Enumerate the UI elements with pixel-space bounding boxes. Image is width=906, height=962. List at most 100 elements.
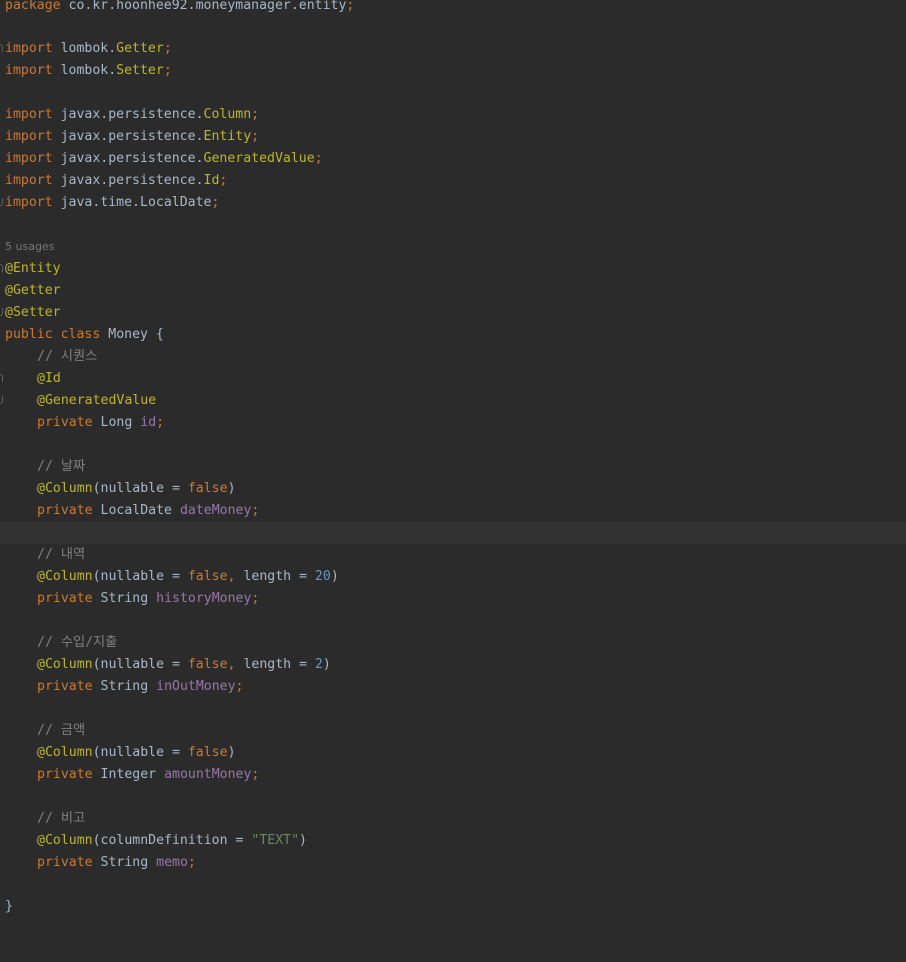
import-line[interactable]: import javax.persistence.Id; <box>0 170 906 192</box>
semicolon: ; <box>219 173 228 188</box>
usages-inlay-hint[interactable]: 5 usages <box>0 236 906 258</box>
boolean-literal: false <box>187 569 228 584</box>
field-declaration[interactable]: private String inOutMoney; <box>0 676 906 698</box>
fold-toggle-icon[interactable] <box>0 264 3 272</box>
annotation-line[interactable]: @Column(nullable = false, length = 20) <box>0 566 906 588</box>
comment-line[interactable]: // 시퀀스 <box>0 346 906 368</box>
class-declaration[interactable]: public class Money { <box>0 324 906 346</box>
import-class: Id <box>203 173 220 188</box>
setter-annotation: @Setter <box>5 305 61 320</box>
annotation-line[interactable]: @Column(nullable = false) <box>0 742 906 764</box>
import-class: GeneratedValue <box>203 151 315 166</box>
field-name: amountMoney <box>164 767 252 782</box>
annotation-line[interactable]: @Column(nullable = false) <box>0 478 906 500</box>
field-type: LocalDate <box>100 503 172 518</box>
private-keyword: private <box>37 767 93 782</box>
column-annotation: @Column <box>37 833 93 848</box>
import-path: lombok. <box>60 41 117 56</box>
import-line[interactable]: import lombok.Setter; <box>0 60 906 82</box>
import-line[interactable]: import javax.persistence.Entity; <box>0 126 906 148</box>
import-class: LocalDate <box>140 195 212 210</box>
import-keyword: import <box>5 129 53 144</box>
field-comment: // 금액 <box>37 723 86 738</box>
annotation-line[interactable]: @Entity <box>0 258 906 280</box>
annotation-line[interactable]: @Column(columnDefinition = "TEXT") <box>0 830 906 852</box>
import-line[interactable]: import javax.persistence.GeneratedValue; <box>0 148 906 170</box>
field-type: String <box>100 855 149 870</box>
field-declaration[interactable]: private Integer amountMoney; <box>0 764 906 786</box>
annotation-line[interactable]: @Getter <box>0 280 906 302</box>
fold-toggle-icon[interactable] <box>0 198 3 206</box>
id-annotation: @Id <box>37 371 61 386</box>
annotation-line[interactable]: @GeneratedValue <box>0 390 906 412</box>
import-path: javax.persistence. <box>60 173 204 188</box>
semicolon: ; <box>251 107 260 122</box>
field-declaration[interactable]: private String memo; <box>0 852 906 874</box>
comment-line[interactable]: // 내역 <box>0 544 906 566</box>
column-annotation: @Column <box>37 481 93 496</box>
field-declaration[interactable]: private Long id; <box>0 412 906 434</box>
field-type: Long <box>100 415 133 430</box>
comment-line[interactable]: // 금액 <box>0 720 906 742</box>
annotation-line[interactable]: @Id <box>0 368 906 390</box>
annotation-line[interactable]: @Column(nullable = false, length = 2) <box>0 654 906 676</box>
semicolon: ; <box>251 129 260 144</box>
class-closing-brace[interactable]: } <box>0 896 906 918</box>
import-class: Column <box>203 107 252 122</box>
comment-line[interactable]: // 날짜 <box>0 456 906 478</box>
private-keyword: private <box>37 855 93 870</box>
number-literal: 2 <box>314 657 323 672</box>
import-keyword: import <box>5 63 53 78</box>
import-keyword: import <box>5 41 53 56</box>
field-declaration[interactable]: private String historyMoney; <box>0 588 906 610</box>
comment-line[interactable]: // 수입/지출 <box>0 632 906 654</box>
import-line[interactable]: import java.time.LocalDate; <box>0 192 906 214</box>
private-keyword: private <box>37 591 93 606</box>
semicolon: ; <box>251 591 260 606</box>
private-keyword: private <box>37 415 93 430</box>
fold-toggle-icon[interactable] <box>0 396 3 404</box>
annotation-args: (nullable = <box>92 657 188 672</box>
field-name: id <box>140 415 157 430</box>
public-keyword: public <box>5 327 53 342</box>
comment-line[interactable]: // 비고 <box>0 808 906 830</box>
import-keyword: import <box>5 107 53 122</box>
import-line[interactable]: import lombok.Getter; <box>0 38 906 60</box>
annotation-line[interactable]: @Setter <box>0 302 906 324</box>
semicolon: ; <box>211 195 220 210</box>
fold-toggle-icon[interactable] <box>0 374 3 382</box>
package-name: co.kr.hoonhee92.moneymanager.entity <box>68 0 347 13</box>
usages-count[interactable]: 5 usages <box>5 236 54 258</box>
string-literal: "TEXT" <box>251 833 300 848</box>
field-type: String <box>100 591 149 606</box>
field-type: String <box>100 679 149 694</box>
boolean-literal: false <box>187 745 228 760</box>
generated-value-annotation: @GeneratedValue <box>37 393 157 408</box>
field-name: inOutMoney <box>156 679 236 694</box>
semicolon: ; <box>346 0 355 13</box>
class-name: Money <box>108 327 148 342</box>
semicolon: ; <box>251 503 260 518</box>
semicolon: ; <box>163 41 172 56</box>
import-path: javax.persistence. <box>60 129 204 144</box>
import-class: Setter <box>116 63 164 78</box>
annotation-args: length = <box>235 657 315 672</box>
package-declaration[interactable]: package co.kr.hoonhee92.moneymanager.ent… <box>0 0 906 17</box>
field-comment: // 시퀀스 <box>37 349 98 364</box>
boolean-literal: false <box>187 657 228 672</box>
import-class: Entity <box>203 129 252 144</box>
current-line-highlight[interactable] <box>0 522 906 544</box>
field-comment: // 수입/지출 <box>37 635 118 650</box>
semicolon: ; <box>187 855 196 870</box>
import-line[interactable]: import javax.persistence.Column; <box>0 104 906 126</box>
open-brace: { <box>155 327 164 342</box>
close-paren: ) <box>330 569 339 584</box>
fold-toggle-icon[interactable] <box>0 44 3 52</box>
semicolon: ; <box>314 151 323 166</box>
semicolon: ; <box>156 415 165 430</box>
field-comment: // 날짜 <box>37 459 86 474</box>
fold-toggle-icon[interactable] <box>0 308 3 316</box>
field-declaration[interactable]: private LocalDate dateMoney; <box>0 500 906 522</box>
field-name: historyMoney <box>156 591 252 606</box>
annotation-args: length = <box>235 569 315 584</box>
